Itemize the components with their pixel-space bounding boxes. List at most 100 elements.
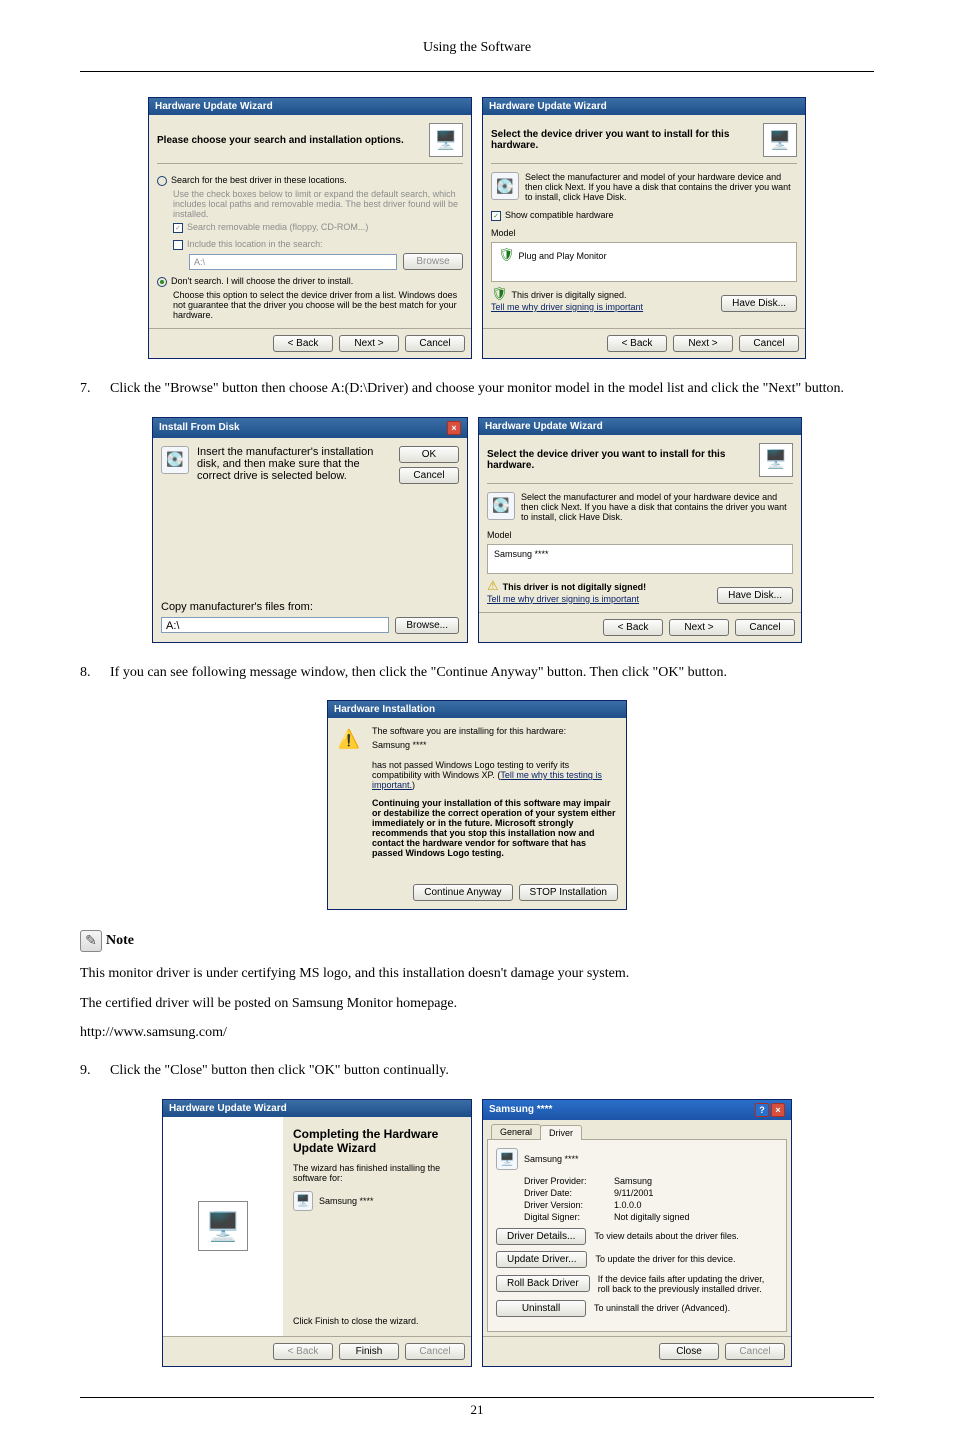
step-9: 9. Click the "Close" button then click "… (80, 1061, 874, 1081)
tab-general[interactable]: General (491, 1124, 541, 1139)
completing-device: Samsung **** (319, 1196, 374, 1206)
signing-link[interactable]: Tell me why driver signing is important (491, 302, 643, 312)
unsigned-text: This driver is not digitally signed! (503, 582, 647, 592)
titlebar: Hardware Update Wizard (149, 98, 471, 115)
back-button[interactable]: < Back (273, 335, 333, 352)
checkbox-location[interactable] (173, 240, 183, 250)
note-para-2: The certified driver will be posted on S… (80, 994, 874, 1014)
device-icon: 🖥️ (763, 123, 797, 157)
prop-key: Driver Version: (524, 1200, 614, 1210)
uninstall-button[interactable]: Uninstall (496, 1300, 586, 1317)
browse-button[interactable]: Browse (403, 253, 463, 270)
hwinst-warning-bold: Continuing your installation of this sof… (372, 798, 618, 858)
dialog-search-options: Hardware Update Wizard Please choose you… (148, 97, 472, 359)
dialog-completing-wizard: Hardware Update Wizard 🖥️ Completing the… (162, 1099, 472, 1367)
note-url: http://www.samsung.com/ (80, 1023, 874, 1043)
model-item[interactable]: 🛡Plug and Play Monitor (498, 251, 607, 261)
have-disk-button[interactable]: Have Disk... (717, 587, 793, 604)
ok-button[interactable]: OK (399, 446, 459, 463)
step-text: Click the "Browse" button then choose A:… (110, 379, 874, 399)
signed-icon: 🛡 (491, 286, 508, 301)
radio-desc: Use the check boxes below to limit or ex… (173, 189, 463, 219)
next-button[interactable]: Next > (669, 619, 729, 636)
cancel-button: Cancel (725, 1343, 785, 1360)
next-button[interactable]: Next > (339, 335, 399, 352)
note-icon: ✎ (80, 930, 102, 952)
tab-driver[interactable]: Driver (540, 1125, 582, 1140)
step-text: If you can see following message window,… (110, 663, 874, 683)
hwinst-device: Samsung **** (372, 740, 618, 750)
back-button[interactable]: < Back (603, 619, 663, 636)
step-7: 7. Click the "Browse" button then choose… (80, 379, 874, 399)
warning-icon: ⚠️ (336, 726, 362, 752)
close-icon[interactable]: × (447, 421, 461, 435)
titlebar: Hardware Update Wizard (163, 1100, 471, 1117)
have-disk-button[interactable]: Have Disk... (721, 295, 797, 312)
prop-value: Samsung (614, 1176, 652, 1186)
checkbox-show-compatible[interactable]: ✓ (491, 211, 501, 221)
warning-icon: ⚠ (487, 578, 499, 593)
roll-back-driver-button[interactable]: Roll Back Driver (496, 1275, 590, 1292)
copy-from-label: Copy manufacturer's files from: (161, 601, 459, 613)
cancel-button[interactable]: Cancel (405, 335, 465, 352)
props-device-name: Samsung **** (524, 1154, 579, 1164)
titlebar: Install From Disk × (153, 418, 467, 438)
device-icon: 🖥️ (429, 123, 463, 157)
page-number: 21 (471, 1402, 484, 1417)
stop-installation-button[interactable]: STOP Installation (519, 884, 618, 901)
cancel-button[interactable]: Cancel (739, 335, 799, 352)
button-desc: To view details about the driver files. (594, 1231, 778, 1241)
dialog-title: Hardware Update Wizard (155, 101, 273, 112)
dialog-message: Insert the manufacturer's installation d… (197, 446, 391, 484)
cancel-button: Cancel (405, 1343, 465, 1360)
wizard-side-graphic: 🖥️ (163, 1117, 283, 1336)
next-button[interactable]: Next > (673, 335, 733, 352)
help-icon[interactable]: ? (755, 1103, 769, 1117)
signing-link[interactable]: Tell me why driver signing is important (487, 594, 639, 604)
button-desc: To update the driver for this device. (595, 1254, 778, 1264)
cancel-button[interactable]: Cancel (399, 467, 459, 484)
dialog-title: Hardware Update Wizard (485, 421, 603, 432)
back-button[interactable]: < Back (607, 335, 667, 352)
monitor-icon: 🖥️ (496, 1148, 518, 1170)
prop-value: 1.0.0.0 (614, 1200, 642, 1210)
monitor-icon: 🖥️ (293, 1191, 313, 1211)
header-rule (80, 71, 874, 72)
radio-dont-search[interactable] (157, 277, 167, 287)
radio-search-best[interactable] (157, 176, 167, 186)
signed-icon: 🛡 (498, 247, 515, 262)
titlebar: Hardware Update Wizard (483, 98, 805, 115)
disk-icon: 💽 (491, 172, 519, 200)
copy-from-path[interactable]: A:\ (161, 617, 389, 633)
wizard-heading: Select the device driver you want to ins… (487, 449, 751, 471)
dialog-select-driver-2: Hardware Update Wizard Select the device… (478, 417, 802, 643)
checkbox-label: Show compatible hardware (505, 210, 614, 220)
button-desc: If the device fails after updating the d… (598, 1274, 778, 1294)
checkbox-removable[interactable]: ✓ (173, 223, 183, 233)
page-header: Using the Software (80, 40, 874, 56)
driver-details-button[interactable]: Driver Details... (496, 1228, 586, 1245)
step-number: 9. (80, 1061, 110, 1081)
button-desc: To uninstall the driver (Advanced). (594, 1303, 778, 1313)
continue-anyway-button[interactable]: Continue Anyway (413, 884, 512, 901)
dialog-title: Samsung **** (489, 1104, 552, 1115)
model-label: Model (491, 228, 797, 238)
signed-text: This driver is digitally signed. (512, 290, 627, 300)
prop-value: Not digitally signed (614, 1212, 690, 1222)
close-icon[interactable]: × (771, 1103, 785, 1117)
radio-label: Search for the best driver in these loca… (171, 175, 347, 185)
completing-sub1: The wizard has finished installing the s… (293, 1163, 461, 1183)
step-number: 8. (80, 663, 110, 683)
update-driver-button[interactable]: Update Driver... (496, 1251, 587, 1268)
prop-key: Driver Date: (524, 1188, 614, 1198)
path-field[interactable]: A:\ (189, 254, 397, 270)
finish-button[interactable]: Finish (339, 1343, 399, 1360)
close-button[interactable]: Close (659, 1343, 719, 1360)
browse-button[interactable]: Browse... (395, 617, 459, 634)
radio-label: Don't search. I will choose the driver t… (171, 276, 353, 286)
disk-icon: 💽 (161, 446, 189, 474)
cancel-button[interactable]: Cancel (735, 619, 795, 636)
model-item[interactable]: Samsung **** (494, 549, 549, 559)
footer-rule (80, 1397, 874, 1398)
wizard-heading: Select the device driver you want to ins… (491, 129, 755, 151)
